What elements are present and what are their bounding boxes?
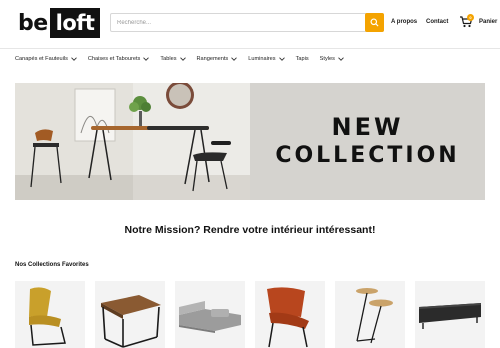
nav-item-tables[interactable]: Tables — [160, 54, 186, 64]
collection-card-tv-stand[interactable] — [415, 281, 485, 348]
nav-item-label: Chaises et Tabourets — [87, 56, 141, 62]
nav-item-styles[interactable]: Styles — [320, 54, 344, 64]
contact-link[interactable]: Contact — [426, 19, 448, 25]
collection-card-chair[interactable] — [15, 281, 85, 348]
search-icon — [370, 18, 379, 27]
chair-icon — [15, 281, 85, 348]
nav-item-canapes[interactable]: Canapés et Fauteuils — [15, 54, 77, 64]
banner-line-new: NEW — [331, 113, 404, 141]
collection-card-table[interactable] — [95, 281, 165, 348]
search-bar — [110, 13, 384, 32]
chevron-down-icon — [143, 57, 150, 61]
collection-card-sofa[interactable] — [175, 281, 245, 348]
nav-item-tapis[interactable]: Tapis — [296, 54, 309, 64]
banner-line-collection: COLLECTION — [275, 143, 460, 168]
nav-item-label: Styles — [319, 56, 335, 62]
logo-box: loft — [49, 8, 101, 38]
tv-stand-icon — [415, 281, 485, 348]
mission-heading: Notre Mission? Rendre votre intérieur in… — [124, 224, 376, 236]
search-input[interactable] — [111, 14, 365, 31]
header-divider — [0, 48, 500, 49]
site-header: be loft A propos Contact 0 Panier — [0, 0, 500, 46]
nav-item-label: Rangements — [196, 56, 229, 62]
logo[interactable]: be loft — [18, 8, 101, 38]
chevron-down-icon — [179, 57, 186, 61]
nav-item-chaises[interactable]: Chaises et Tabourets — [87, 54, 150, 64]
dining-room-photo — [15, 83, 250, 200]
nav-item-luminaires[interactable]: Luminaires — [248, 54, 285, 64]
nav-item-label: Tapis — [295, 56, 309, 62]
armchair-icon — [255, 281, 325, 348]
logo-prefix: be — [18, 10, 48, 36]
search-button[interactable] — [365, 13, 384, 32]
cart-link[interactable]: Panier — [479, 19, 497, 25]
chevron-down-icon — [71, 57, 77, 61]
cart-count-badge: 0 — [467, 14, 474, 21]
sofa-icon — [175, 281, 245, 348]
banner-text-panel: NEW COLLECTION — [250, 83, 485, 200]
side-table-icon — [335, 281, 405, 348]
nav-item-rangements[interactable]: Rangements — [197, 54, 238, 64]
chevron-down-icon — [338, 57, 344, 61]
nav-item-label: Luminaires — [248, 56, 276, 62]
main-nav: Canapés et Fauteuils Chaises et Tabouret… — [15, 54, 355, 64]
chevron-down-icon — [231, 57, 238, 61]
collection-card-armchair[interactable] — [255, 281, 325, 348]
nav-item-label: Canapés et Fauteuils — [15, 56, 68, 62]
about-link[interactable]: A propos — [391, 19, 417, 25]
collections-title: Nos Collections Favorites — [15, 262, 89, 268]
table-icon — [95, 281, 165, 348]
hero-banner[interactable]: NEW COLLECTION — [15, 83, 485, 200]
chevron-down-icon — [278, 57, 285, 61]
nav-item-label: Tables — [160, 56, 177, 62]
collection-card-side-table[interactable] — [335, 281, 405, 348]
